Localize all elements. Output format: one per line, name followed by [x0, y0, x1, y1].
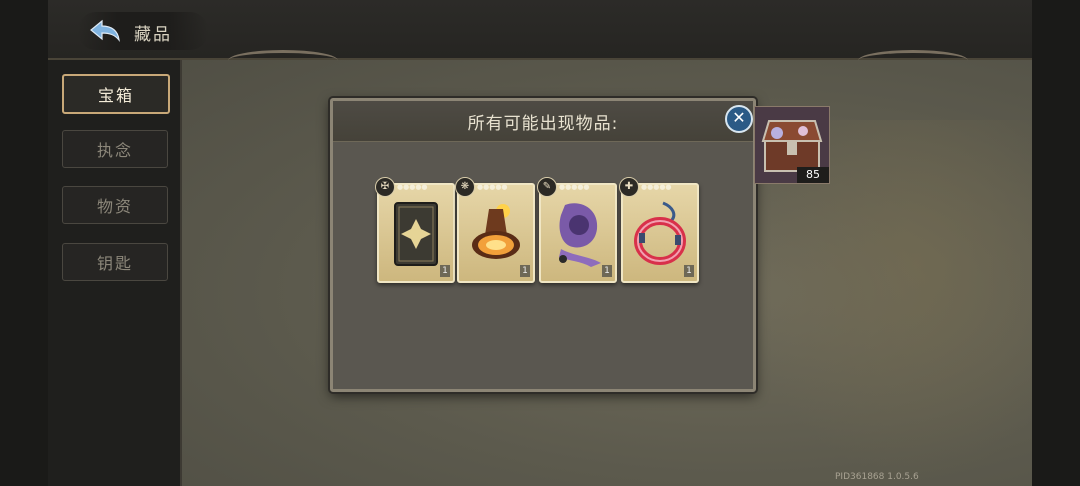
glowing-bell-icon	[472, 204, 520, 259]
sidebar-item-obsession[interactable]: 执念	[62, 130, 168, 168]
purple-hood-icon	[559, 203, 601, 267]
item-card[interactable]: ❋ ●●●●● 1	[455, 177, 535, 283]
possible-items-dialog: 所有可能出现物品: ✕ ✠ ●●●●● 1 ❋ ●●●●● 1 ✎ ●●●●● …	[330, 98, 756, 392]
close-button[interactable]: ✕	[725, 105, 753, 133]
item-quantity: 1	[602, 265, 612, 277]
version-label: PID361868 1.0.5.6	[835, 472, 919, 482]
item-quantity: 1	[440, 265, 450, 277]
type-badge-icon: ✚	[619, 177, 639, 197]
rarity-stars: ●●●●●	[477, 183, 508, 191]
dialog-header: 所有可能出现物品:	[333, 101, 753, 142]
sidebar-item-supplies[interactable]: 物资	[62, 186, 168, 224]
card-back-icon	[394, 202, 438, 266]
sidebar-item-keys[interactable]: 钥匙	[62, 243, 168, 281]
rarity-stars: ●●●●●	[641, 183, 672, 191]
item-quantity: 1	[520, 265, 530, 277]
ornament-right	[858, 50, 968, 71]
item-card[interactable]: ✎ ●●●●● 1	[537, 177, 617, 283]
rarity-stars: ●●●●●	[397, 183, 428, 191]
type-badge-icon: ✠	[375, 177, 395, 197]
red-ring-icon	[634, 201, 686, 265]
item-quantity: 1	[684, 265, 694, 277]
sidebar: 宝箱 执念 物资 钥匙	[48, 60, 182, 486]
type-badge-icon: ✎	[537, 177, 557, 197]
sidebar-item-chest[interactable]: 宝箱	[62, 74, 170, 114]
close-icon: ✕	[732, 108, 746, 127]
page-title: 藏品	[134, 25, 172, 45]
treasure-chest-slot[interactable]: 85	[754, 106, 830, 184]
dialog-title: 所有可能出现物品:	[467, 114, 619, 134]
type-badge-icon: ❋	[455, 177, 475, 197]
chest-count: 85	[797, 167, 829, 183]
ornament-left	[228, 50, 338, 71]
back-arrow-icon[interactable]	[88, 18, 122, 44]
game-screen: 藏品 宝箱 执念 物资 钥匙 所有可能出现物品: ✕ ✠ ●●●●● 1 ❋ ●…	[48, 0, 1032, 486]
rarity-stars: ●●●●●	[559, 183, 590, 191]
item-card[interactable]: ✚ ●●●●● 1	[619, 177, 699, 283]
item-card[interactable]: ✠ ●●●●● 1	[375, 177, 455, 283]
